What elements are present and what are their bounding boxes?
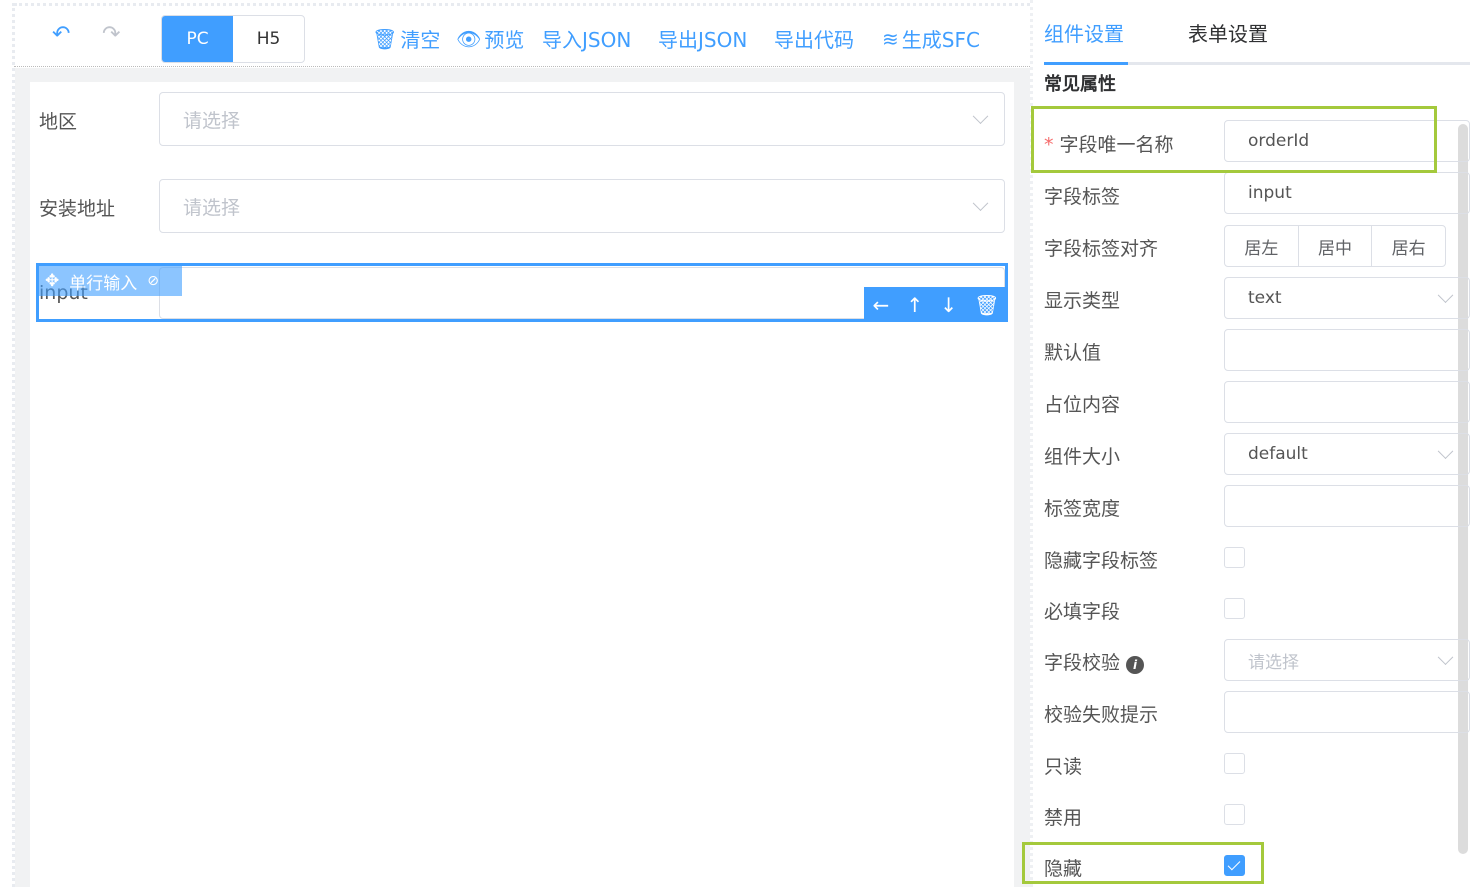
validation-select[interactable]: 请选择: [1224, 639, 1470, 681]
row-label: 必填字段: [1044, 601, 1121, 623]
placeholder: 请选择: [1248, 652, 1299, 673]
size-select[interactable]: default: [1224, 433, 1470, 475]
row-label: 字段校验 i: [1044, 648, 1145, 675]
arrow-down-icon[interactable]: ↓: [940, 293, 957, 317]
align-right[interactable]: 居右: [1372, 226, 1445, 266]
region-select[interactable]: 请选择: [159, 92, 1005, 146]
row-label: 禁用: [1044, 807, 1083, 829]
chevron-down-icon: [972, 195, 989, 212]
widget-actions: ← ↑ ↓ 🗑: [864, 287, 1008, 322]
chevron-down-icon: [1437, 649, 1454, 666]
row-label: 字段标签对齐: [1044, 238, 1159, 260]
placeholder: 请选择: [183, 196, 241, 219]
arrow-left-icon[interactable]: ←: [873, 293, 890, 317]
address-select[interactable]: 请选择: [159, 179, 1005, 233]
trash-icon: 🗑: [372, 26, 398, 51]
move-icon: ✥: [45, 271, 60, 291]
field-label: 安装地址: [39, 198, 116, 220]
row-label: 标签宽度: [1044, 498, 1121, 520]
info-icon[interactable]: i: [1126, 656, 1145, 674]
section-title: 常见属性: [1044, 68, 1116, 93]
highlight-box: [1031, 106, 1437, 173]
align-center[interactable]: 居中: [1299, 226, 1373, 266]
layers-icon: ≋: [882, 26, 899, 51]
drag-handle[interactable]: ✥ 单行输入 ⊘: [39, 266, 182, 296]
chevron-down-icon: [1437, 287, 1454, 304]
value: text: [1248, 288, 1282, 308]
row-label: 显示类型: [1044, 290, 1121, 312]
export-code-button[interactable]: 导出代码: [774, 24, 854, 53]
label-text: 字段校验: [1044, 652, 1121, 674]
device-switch: PC H5: [161, 15, 305, 63]
row-label: 默认值: [1044, 342, 1102, 364]
default-value-input[interactable]: [1224, 329, 1470, 371]
placeholder: 请选择: [183, 109, 241, 132]
arrow-up-icon[interactable]: ↑: [906, 293, 923, 317]
row-label: 占位内容: [1044, 394, 1121, 416]
eye-off-icon: ⊘: [147, 273, 159, 289]
pc-button[interactable]: PC: [162, 16, 233, 62]
row-label: 只读: [1044, 756, 1083, 778]
field-label: 地区: [39, 111, 78, 133]
chevron-down-icon: [972, 108, 989, 125]
clear-button[interactable]: 🗑 清空: [372, 24, 440, 53]
row-label: 校验失败提示: [1044, 704, 1159, 726]
import-json-button[interactable]: 导入JSON: [542, 24, 631, 53]
display-type-select[interactable]: text: [1224, 277, 1470, 319]
readonly-checkbox[interactable]: [1224, 753, 1245, 774]
preview-button[interactable]: 👁 预览: [456, 24, 524, 53]
section-title-text: 常见属性: [1044, 74, 1116, 93]
row-label: 隐藏字段标签: [1044, 550, 1159, 572]
highlight-box: [1022, 842, 1264, 884]
required-checkbox[interactable]: [1224, 598, 1245, 619]
row-label: 字段标签: [1044, 186, 1121, 208]
redo-icon[interactable]: ↷: [102, 22, 120, 47]
generate-sfc-button[interactable]: ≋ 生成SFC: [882, 24, 980, 53]
h5-button[interactable]: H5: [233, 16, 304, 62]
clear-label: 清空: [400, 28, 441, 52]
disabled-checkbox[interactable]: [1224, 804, 1245, 825]
value: default: [1248, 444, 1308, 464]
field-label-input[interactable]: input: [1224, 172, 1470, 214]
row-label: 组件大小: [1044, 446, 1121, 468]
placeholder-input[interactable]: [1224, 381, 1470, 423]
validation-message-input[interactable]: [1224, 691, 1470, 733]
preview-label: 预览: [484, 28, 525, 52]
tab-form-settings[interactable]: 表单设置: [1188, 18, 1268, 47]
hide-label-checkbox[interactable]: [1224, 547, 1245, 568]
delete-icon[interactable]: 🗑: [974, 293, 999, 317]
sfc-label: 生成SFC: [901, 28, 980, 52]
tab-component-settings[interactable]: 组件设置: [1044, 18, 1124, 47]
label-align-group: 居左 居中 居右: [1224, 225, 1446, 267]
label-width-input[interactable]: [1224, 485, 1470, 527]
active-tab-indicator: [1044, 62, 1128, 65]
chevron-down-icon: [1437, 443, 1454, 460]
undo-icon[interactable]: ↶: [52, 22, 70, 47]
export-json-button[interactable]: 导出JSON: [658, 24, 747, 53]
eye-icon: 👁: [456, 26, 482, 51]
widget-name: 单行输入: [69, 273, 138, 294]
align-left[interactable]: 居左: [1225, 226, 1299, 266]
